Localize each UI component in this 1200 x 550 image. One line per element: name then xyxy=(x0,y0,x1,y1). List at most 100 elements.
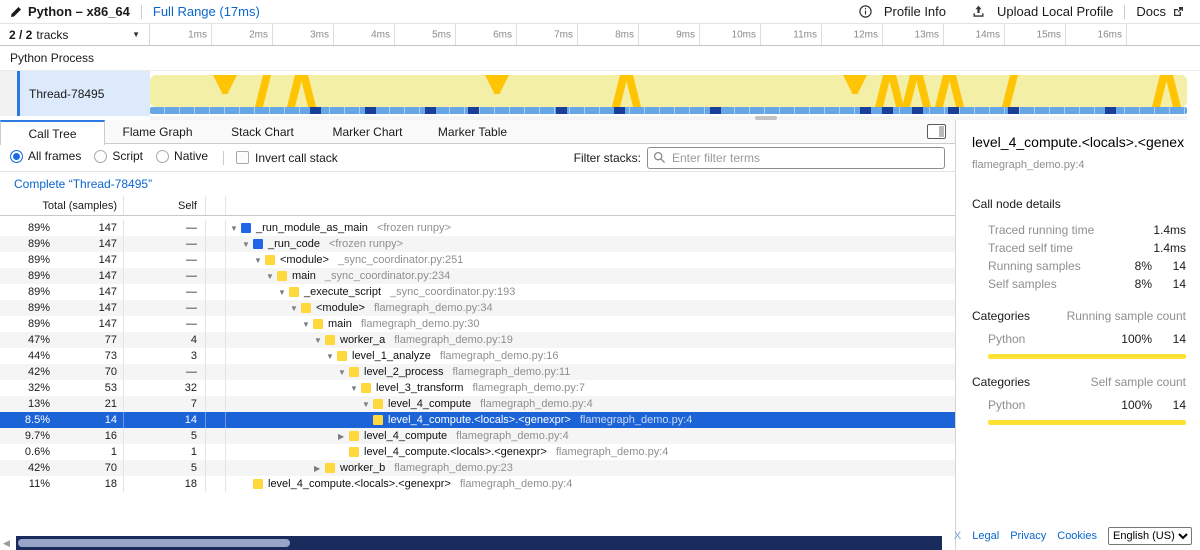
twisty-open[interactable]: ▼ xyxy=(266,272,277,281)
track-gutter xyxy=(0,71,17,116)
radio-script[interactable]: Script xyxy=(94,149,143,163)
call-node-details: Traced running time1.4msTraced self time… xyxy=(972,221,1186,293)
footer-link-legal[interactable]: Legal xyxy=(972,530,999,542)
bottom-scrollbar-thumb[interactable] xyxy=(18,539,290,547)
marker-segment xyxy=(614,107,625,114)
call-tree-row[interactable]: 89%147—▼_run_code<frozen runpy> xyxy=(0,236,955,252)
function-name: level_4_compute.<locals>.<genexpr> xyxy=(364,446,547,458)
upload-profile-button[interactable]: Upload Local Profile xyxy=(972,4,1113,19)
docs-link[interactable]: Docs xyxy=(1136,4,1190,19)
timeline-ruler[interactable]: 1ms2ms3ms4ms5ms6ms7ms8ms9ms10ms11ms12ms1… xyxy=(150,24,1187,45)
call-tree-row[interactable]: 47%774▼worker_aflamegraph_demo.py:19 xyxy=(0,332,955,348)
function-name: _run_module_as_main xyxy=(256,222,368,234)
call-tree-header: Total (samples) Self xyxy=(0,196,955,216)
tab-call-tree[interactable]: Call Tree xyxy=(0,120,105,145)
external-link-icon xyxy=(1172,6,1184,18)
twisty-open[interactable]: ▼ xyxy=(314,336,325,345)
twisty-open[interactable]: ▼ xyxy=(290,304,301,313)
category-square-yellow xyxy=(277,271,287,281)
function-name: level_4_compute xyxy=(364,430,447,442)
call-tree-row[interactable]: 42%705▶worker_bflamegraph_demo.py:23 xyxy=(0,460,955,476)
radio-native[interactable]: Native xyxy=(156,149,208,163)
marker-segment xyxy=(468,107,479,114)
call-tree-row[interactable]: 42%70—▼level_2_processflamegraph_demo.py… xyxy=(0,364,955,380)
call-tree-row[interactable]: 0.6%11level_4_compute.<locals>.<genexpr>… xyxy=(0,444,955,460)
function-name: level_1_analyze xyxy=(352,350,431,362)
column-header-total: Total (samples) xyxy=(0,196,124,215)
search-wrap xyxy=(647,147,945,169)
scroll-left-arrow-icon[interactable]: ◀ xyxy=(3,538,10,549)
marker-segment xyxy=(310,107,321,114)
twisty-open[interactable]: ▼ xyxy=(302,320,313,329)
ruler-tick-label: 8ms xyxy=(615,29,638,40)
tab-marker-chart[interactable]: Marker Chart xyxy=(315,120,420,143)
sidebar-toggle-button[interactable] xyxy=(927,124,946,139)
call-tree-toolbar: All frames Script Native Invert call stack… xyxy=(0,144,955,172)
thread-track-label[interactable]: Thread-78495 xyxy=(20,71,150,116)
tab-stack-chart[interactable]: Stack Chart xyxy=(210,120,315,143)
twisty-open[interactable]: ▼ xyxy=(326,352,337,361)
footer-link-x[interactable]: X xyxy=(954,530,961,542)
function-name: _run_code xyxy=(268,238,320,250)
twisty-open[interactable]: ▼ xyxy=(338,368,349,377)
sidebar: level_4_compute.<locals>.<genex… flamegr… xyxy=(955,120,1200,550)
category-square-yellow xyxy=(349,431,359,441)
filter-stacks-input[interactable] xyxy=(647,147,945,169)
ruler-tick xyxy=(516,24,517,45)
call-tree-row[interactable]: 89%147—▼mainflamegraph_demo.py:30 xyxy=(0,316,955,332)
twisty-open[interactable]: ▼ xyxy=(242,240,253,249)
bottom-scrollbar[interactable] xyxy=(16,536,942,550)
twisty-closed[interactable]: ▶ xyxy=(338,432,349,441)
ruler-tick xyxy=(577,24,578,45)
radio-icon xyxy=(94,150,107,163)
call-tree-row[interactable]: 89%147—▼main_sync_coordinator.py:234 xyxy=(0,268,955,284)
profile-info-button[interactable]: Profile Info xyxy=(859,4,946,19)
radio-label: All frames xyxy=(28,149,81,163)
language-select[interactable]: English (US) xyxy=(1108,527,1192,545)
call-tree-row[interactable]: 89%147—▼<module>flamegraph_demo.py:34 xyxy=(0,300,955,316)
tab-marker-table[interactable]: Marker Table xyxy=(420,120,525,143)
twisty-open[interactable]: ▼ xyxy=(278,288,289,297)
twisty-closed[interactable]: ▶ xyxy=(314,464,325,473)
twisty-open[interactable]: ▼ xyxy=(362,400,373,409)
twisty-open[interactable]: ▼ xyxy=(350,384,361,393)
call-tree-row[interactable]: 89%147—▼_run_module_as_main<frozen runpy… xyxy=(0,220,955,236)
function-name: level_4_compute.<locals>.<genexpr> xyxy=(388,414,571,426)
call-tree-row[interactable]: 32%5332▼level_3_transformflamegraph_demo… xyxy=(0,380,955,396)
ruler-tick xyxy=(638,24,639,45)
radio-all-frames[interactable]: All frames xyxy=(10,149,81,163)
tracks-dropdown[interactable]: 2 / 2 tracks ▼ xyxy=(0,24,150,45)
chevron-down-icon: ▼ xyxy=(132,30,140,39)
twisty-open[interactable]: ▼ xyxy=(254,256,265,265)
categories-header: CategoriesRunning sample count xyxy=(972,309,1186,323)
footer-link-privacy[interactable]: Privacy xyxy=(1010,530,1046,542)
activity-graph[interactable] xyxy=(150,75,1187,107)
call-tree-row[interactable]: 13%217▼level_4_computeflamegraph_demo.py… xyxy=(0,396,955,412)
process-track-header[interactable]: Python Process xyxy=(0,46,1200,71)
invert-call-stack-checkbox[interactable]: Invert call stack xyxy=(236,151,338,165)
edit-profile-name-icon[interactable] xyxy=(10,6,22,18)
full-range-button[interactable]: Full Range (17ms) xyxy=(153,4,260,19)
radio-icon xyxy=(156,150,169,163)
call-tree-row[interactable]: 89%147—▼_execute_script_sync_coordinator… xyxy=(0,284,955,300)
call-tree-row[interactable]: 44%733▼level_1_analyzeflamegraph_demo.py… xyxy=(0,348,955,364)
selected-node-file: flamegraph_demo.py:4 xyxy=(972,159,1186,171)
tab-flame-graph[interactable]: Flame Graph xyxy=(105,120,210,143)
ruler-tick xyxy=(455,24,456,45)
upload-label: Upload Local Profile xyxy=(997,4,1113,19)
call-tree-row[interactable]: 89%147—▼<module>_sync_coordinator.py:251 xyxy=(0,252,955,268)
call-tree-row[interactable]: 11%1818level_4_compute.<locals>.<genexpr… xyxy=(0,476,955,492)
call-tree-row[interactable]: 8.5%1414level_4_compute.<locals>.<genexp… xyxy=(0,412,955,428)
ruler-tick xyxy=(821,24,822,45)
selected-node-title: level_4_compute.<locals>.<genex… xyxy=(972,134,1186,150)
twisty-open[interactable]: ▼ xyxy=(230,224,241,233)
ruler-tick xyxy=(272,24,273,45)
ruler-tick xyxy=(333,24,334,45)
top-header: Python – x86_64 Full Range (17ms) Profil… xyxy=(0,0,1200,24)
function-name: main xyxy=(328,318,352,330)
profile-name[interactable]: Python – x86_64 xyxy=(28,4,130,19)
marker-strip[interactable] xyxy=(150,107,1187,114)
footer-link-cookies[interactable]: Cookies xyxy=(1057,530,1097,542)
complete-thread-link[interactable]: Complete “Thread-78495” xyxy=(14,177,152,191)
call-tree-row[interactable]: 9.7%165▶level_4_computeflamegraph_demo.p… xyxy=(0,428,955,444)
